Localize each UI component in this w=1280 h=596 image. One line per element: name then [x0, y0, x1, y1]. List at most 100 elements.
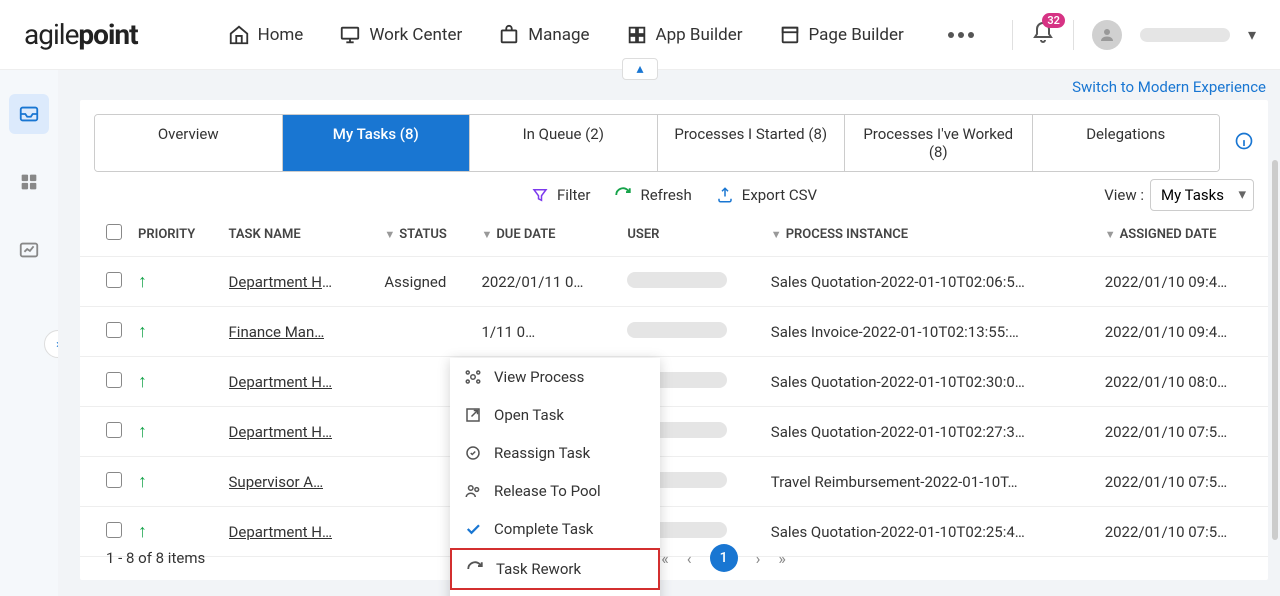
logo: agilepoint [24, 18, 138, 51]
nav-manage[interactable]: Manage [498, 24, 589, 46]
cell-assigned: 2022/01/10 09:4… [1097, 307, 1268, 357]
info-icon[interactable] [1234, 131, 1254, 155]
menu-view-process[interactable]: View Process [450, 358, 660, 396]
row-checkbox[interactable] [106, 372, 122, 388]
notification-badge: 32 [1042, 13, 1065, 28]
select-all-checkbox[interactable] [106, 224, 122, 240]
view-select[interactable]: My Tasks [1150, 179, 1254, 211]
pager-last[interactable]: » [778, 549, 786, 568]
row-checkbox[interactable] [106, 472, 122, 488]
col-assigned[interactable]: ▼ASSIGNED DATE [1097, 212, 1268, 257]
sidebar-item-inbox[interactable] [9, 94, 49, 134]
divider [1073, 20, 1074, 50]
priority-icon: ↑ [138, 371, 147, 392]
table-row[interactable]: ↑ Department Head … Assigned 2022/01/11 … [80, 257, 1268, 307]
view-label: View : [1104, 186, 1144, 204]
user-name-redacted [1140, 28, 1230, 42]
col-user[interactable]: USER [619, 212, 762, 257]
cell-assigned: 2022/01/10 09:4… [1097, 257, 1268, 307]
filter-icon[interactable]: ▼ [771, 228, 782, 241]
cell-process: Sales Invoice-2022-01-10T02:13:55:… [763, 307, 1097, 357]
cell-process: Sales Quotation-2022-01-10T02:06:5… [763, 257, 1097, 307]
row-checkbox[interactable] [106, 322, 122, 338]
cell-assigned: 2022/01/10 07:5… [1097, 457, 1268, 507]
priority-icon: ↑ [138, 521, 147, 542]
task-name-link[interactable]: Supervisor A… [229, 473, 324, 491]
tab-inqueue[interactable]: In Queue (2) [470, 115, 658, 171]
tab-delegations[interactable]: Delegations [1033, 115, 1220, 171]
user-redacted [627, 322, 727, 338]
menu-create-linked[interactable]: Create Linked Work Item [450, 590, 660, 596]
pager-prev[interactable]: ‹ [687, 549, 692, 568]
row-checkbox[interactable] [106, 422, 122, 438]
main-nav: Home Work Center Manage App Builder Page… [228, 24, 1012, 46]
sidebar: › [0, 70, 58, 596]
col-status[interactable]: ▼STATUS [376, 212, 473, 257]
tab-processes-started[interactable]: Processes I Started (8) [658, 115, 846, 171]
tasks-table: PRIORITY TASK NAME ▼STATUS ▼DUE DATE USE… [80, 212, 1268, 557]
priority-icon: ↑ [138, 271, 147, 292]
row-checkbox[interactable] [106, 522, 122, 538]
cell-assigned: 2022/01/10 07:5… [1097, 407, 1268, 457]
scrollbar[interactable] [1272, 160, 1278, 540]
col-priority[interactable]: PRIORITY [130, 212, 221, 257]
task-name-link[interactable]: Department Head … [229, 273, 339, 291]
menu-task-rework[interactable]: Task Rework [450, 548, 660, 590]
task-name-link[interactable]: Department H… [229, 373, 333, 391]
nav-home[interactable]: Home [228, 24, 304, 46]
priority-icon: ↑ [138, 321, 147, 342]
nav-appbuilder[interactable]: App Builder [626, 24, 743, 46]
task-name-link[interactable]: Department H… [229, 523, 333, 541]
priority-icon: ↑ [138, 421, 147, 442]
menu-complete-task[interactable]: Complete Task [450, 510, 660, 548]
filter-button[interactable]: Filter [531, 186, 591, 204]
nav-more-icon[interactable] [948, 32, 974, 38]
tab-mytasks[interactable]: My Tasks (8) [283, 115, 471, 171]
table-row[interactable]: ↑ Finance Man… 1/11 0… Sales Invoice-202… [80, 307, 1268, 357]
pager-current: 1 [710, 544, 738, 572]
cell-status [376, 307, 473, 357]
table-row[interactable]: ↑ Department H… 1/11 0… Sales Quotation-… [80, 407, 1268, 457]
avatar[interactable] [1092, 20, 1122, 50]
main-content: Switch to Modern Experience Overview My … [58, 70, 1280, 596]
items-count: 1 - 8 of 8 items [106, 549, 205, 567]
refresh-button[interactable]: Refresh [614, 186, 691, 204]
tab-overview[interactable]: Overview [95, 115, 283, 171]
filter-icon[interactable]: ▼ [481, 228, 492, 241]
divider [1012, 20, 1013, 50]
tab-processes-worked[interactable]: Processes I've Worked (8) [845, 115, 1033, 171]
cell-process: Sales Quotation-2022-01-10T02:27:3… [763, 407, 1097, 457]
task-name-link[interactable]: Department H… [229, 423, 333, 441]
sidebar-item-reports[interactable] [9, 230, 49, 270]
col-process[interactable]: ▼PROCESS INSTANCE [763, 212, 1097, 257]
menu-release-pool[interactable]: Release To Pool [450, 472, 660, 510]
context-menu: View Process Open Task Reassign Task Rel… [450, 358, 660, 596]
notifications-icon[interactable]: 32 [1031, 21, 1055, 49]
filter-icon[interactable]: ▼ [384, 228, 395, 241]
col-due-date[interactable]: ▼DUE DATE [473, 212, 619, 257]
cell-status: Assigned [376, 257, 473, 307]
pager: « ‹ 1 › » [661, 544, 786, 572]
priority-icon: ↑ [138, 471, 147, 492]
nav-pagebuilder[interactable]: Page Builder [779, 24, 904, 46]
cell-process: Sales Quotation-2022-01-10T02:30:0… [763, 357, 1097, 407]
cell-due: 1/11 0… [473, 307, 619, 357]
chevron-down-icon[interactable]: ▾ [1248, 25, 1256, 44]
cell-assigned: 2022/01/10 08:0… [1097, 357, 1268, 407]
row-checkbox[interactable] [106, 272, 122, 288]
table-row[interactable]: ↑ Supervisor A… 1/11 0… Travel Reimburse… [80, 457, 1268, 507]
table-row[interactable]: ↑ Department H… 1/11 0… Sales Quotation-… [80, 357, 1268, 407]
nav-workcenter[interactable]: Work Center [339, 24, 462, 46]
collapse-header-button[interactable]: ▴ [622, 58, 658, 80]
export-button[interactable]: Export CSV [716, 186, 817, 204]
col-task-name[interactable]: TASK NAME [221, 212, 377, 257]
switch-experience-link[interactable]: Switch to Modern Experience [58, 70, 1280, 100]
menu-open-task[interactable]: Open Task [450, 396, 660, 434]
pager-first[interactable]: « [661, 549, 669, 568]
sidebar-item-apps[interactable] [9, 162, 49, 202]
filter-icon[interactable]: ▼ [1105, 228, 1116, 241]
cell-due: 2022/01/11 0… [473, 257, 619, 307]
task-name-link[interactable]: Finance Man… [229, 323, 325, 341]
menu-reassign-task[interactable]: Reassign Task [450, 434, 660, 472]
user-redacted [627, 272, 727, 288]
